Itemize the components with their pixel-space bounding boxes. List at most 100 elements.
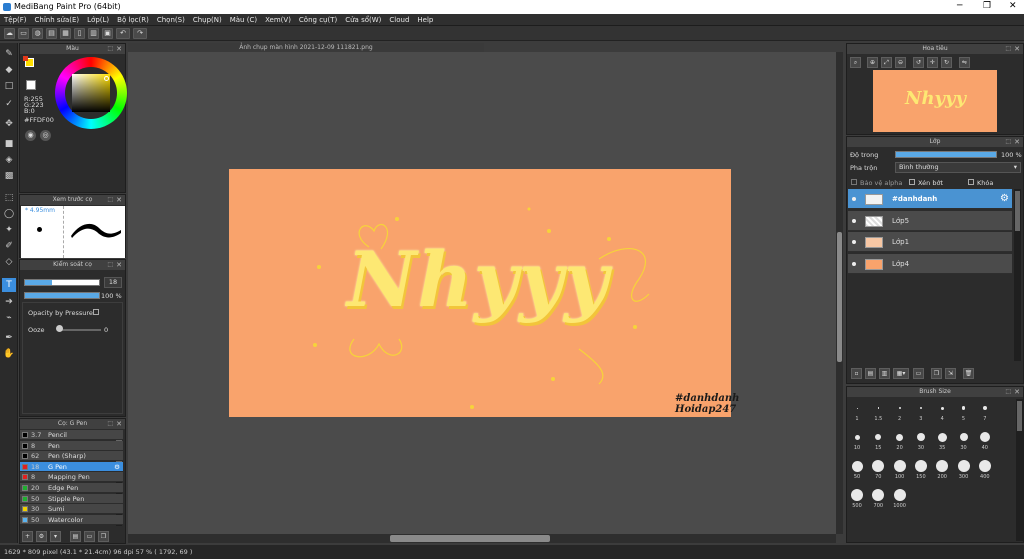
move-tool-icon[interactable]: ✥ [2, 117, 16, 131]
brush-size-dot[interactable] [940, 406, 944, 410]
brush-size-dot[interactable] [959, 433, 968, 441]
select-pen-tool-icon[interactable]: ✐ [2, 239, 16, 253]
rotate-reset-icon[interactable]: ✛ [927, 57, 938, 68]
visibility-icon[interactable] [852, 218, 856, 223]
new-1bit-layer-icon[interactable]: ▥ [879, 368, 890, 379]
select-tool-icon[interactable]: ⬚ [2, 191, 16, 205]
float-icon[interactable]: ⬚ [107, 260, 113, 270]
brush-size-dot[interactable] [896, 433, 904, 441]
canvas-vertical-scrollbar[interactable] [836, 52, 843, 534]
brush-size-slider[interactable] [24, 279, 100, 286]
rotate-right-icon[interactable]: ↻ [941, 57, 952, 68]
brush-size-dot[interactable] [961, 406, 966, 410]
comment-icon[interactable]: ◍ [32, 28, 43, 39]
add-layer-menu-icon[interactable]: ▦▾ [893, 368, 909, 379]
zoom-out-icon[interactable]: ⌕ [850, 57, 861, 68]
brush-settings-icon[interactable]: ⚙ [36, 531, 47, 542]
color-wheel[interactable] [55, 57, 127, 129]
menu-item[interactable]: Màu (C) [226, 14, 261, 26]
brush-menu-icon[interactable]: ▾ [50, 531, 61, 542]
brush-list-item[interactable]: 50 Stipple Pen [20, 493, 123, 504]
float-icon[interactable]: ⬚ [1005, 44, 1011, 54]
undo-icon[interactable]: ↶ [116, 28, 130, 39]
brush-duplicate-icon[interactable]: ❐ [98, 531, 109, 542]
artwork-canvas[interactable]: Nhyyy #danhdanh Hoidap247 [229, 169, 739, 417]
menu-item[interactable]: Chụp(N) [189, 14, 226, 26]
merge-layer-icon[interactable]: ⇲ [945, 368, 956, 379]
brush-size-dot[interactable] [982, 406, 987, 410]
lasso-tool-icon[interactable]: ◯ [2, 207, 16, 221]
select-eraser-tool-icon[interactable]: ◇ [2, 255, 16, 269]
brush-list-item[interactable]: 30 Sumi [20, 504, 123, 515]
operation-tool-icon[interactable]: ➔ [2, 295, 16, 309]
menu-item[interactable]: Lớp(L) [83, 14, 113, 26]
float-icon[interactable]: ⬚ [107, 44, 113, 54]
brush-list-item[interactable]: 62 Pen (Sharp) [20, 451, 123, 462]
brush-list-item[interactable]: 20 Edge Pen [20, 483, 123, 493]
new-file-icon[interactable]: ▭ [18, 28, 29, 39]
brush-size-dot[interactable] [978, 460, 991, 472]
redo-icon[interactable]: ↷ [133, 28, 147, 39]
canvas-area[interactable]: Nhyyy #danhdanh Hoidap247 [128, 52, 836, 534]
ooze-slider-handle[interactable] [56, 325, 63, 332]
brush-size-dot[interactable] [856, 407, 858, 409]
transparent-swatch[interactable] [26, 80, 36, 90]
flip-icon[interactable]: ⇋ [959, 57, 970, 68]
delete-layer-icon[interactable]: 🗑 [963, 368, 974, 379]
close-panel-icon[interactable]: ✕ [116, 195, 122, 205]
text-tool-icon[interactable]: T [2, 278, 16, 292]
eyedropper-tool-icon[interactable]: ⌁ [2, 311, 16, 325]
new-8bit-layer-icon[interactable]: ▤ [865, 368, 876, 379]
navigator-thumbnail[interactable]: Nhyyy [873, 70, 997, 132]
bucket-tool-icon[interactable]: ◈ [2, 153, 16, 167]
brush-list-item[interactable]: 8 Mapping Pen [20, 472, 123, 483]
close-panel-icon[interactable]: ✕ [116, 419, 122, 429]
close-panel-icon[interactable]: ✕ [116, 260, 122, 270]
close-panel-icon[interactable]: ✕ [1014, 137, 1020, 147]
brush-list-item[interactable]: 18 G Pen ⚙ [20, 461, 123, 472]
open-icon[interactable]: ▤ [46, 28, 57, 39]
magic-wand-tool-icon[interactable]: ✦ [2, 223, 16, 237]
add-brush-icon[interactable]: + [22, 531, 33, 542]
brush-size-dot[interactable] [893, 460, 906, 472]
brush-size-dot[interactable] [851, 489, 863, 501]
layer-scrollbar[interactable] [1014, 189, 1021, 361]
float-icon[interactable]: ⬚ [107, 195, 113, 205]
layer-folder-icon[interactable]: ▭ [913, 368, 924, 379]
fill-rect-tool-icon[interactable]: ■ [2, 137, 16, 151]
clipping-checkbox[interactable] [909, 179, 915, 185]
brush-tool-icon[interactable]: ✎ [2, 47, 16, 61]
brush-list-item[interactable]: 3.7 Pencil [20, 430, 123, 440]
lock-checkbox[interactable] [968, 179, 974, 185]
brush-list-item[interactable]: 50 Watercolor [20, 514, 123, 525]
fit-icon[interactable]: ⤢ [881, 57, 892, 68]
float-icon[interactable]: ⬚ [1005, 137, 1011, 147]
dropper-tool-icon[interactable]: ✒ [2, 331, 16, 345]
layer-row[interactable]: Lớp1 [848, 232, 1012, 252]
document-icon[interactable]: ▯ [74, 28, 85, 39]
brush-size-dot[interactable] [877, 407, 880, 409]
visibility-icon[interactable] [852, 261, 856, 266]
color-picker-handle[interactable] [104, 76, 109, 81]
brush-size-dot[interactable] [898, 407, 901, 409]
eraser-tool-icon[interactable]: ◆ [2, 63, 16, 77]
duplicate-layer-icon[interactable]: ❐ [931, 368, 942, 379]
menu-item[interactable]: Help [413, 14, 437, 26]
menu-item[interactable]: Công cụ(T) [295, 14, 341, 26]
layer-opacity-slider[interactable] [895, 151, 997, 158]
blend-mode-select[interactable]: Bình thường ▾ [895, 162, 1021, 173]
float-icon[interactable]: ⬚ [1005, 387, 1011, 397]
save-icon[interactable]: ▦ [60, 28, 71, 39]
close-panel-icon[interactable]: ✕ [116, 44, 122, 54]
canvas-horizontal-scrollbar[interactable] [128, 534, 836, 543]
menu-item[interactable]: Cloud [385, 14, 413, 26]
close-panel-icon[interactable]: ✕ [1014, 387, 1020, 397]
settings-icon[interactable]: ▣ [102, 28, 113, 39]
document-tab[interactable]: Ảnh chụp màn hình 2021-12-09 111821.png [128, 43, 484, 52]
secondary-color-swatch[interactable] [23, 56, 28, 61]
layer-row[interactable]: Lớp4 [848, 253, 1012, 274]
gear-icon[interactable]: ⚙ [114, 462, 120, 472]
brush-size-dot[interactable] [914, 460, 927, 472]
new-layer-icon[interactable]: ▫ [851, 368, 862, 379]
protect-alpha-checkbox[interactable] [851, 179, 857, 185]
